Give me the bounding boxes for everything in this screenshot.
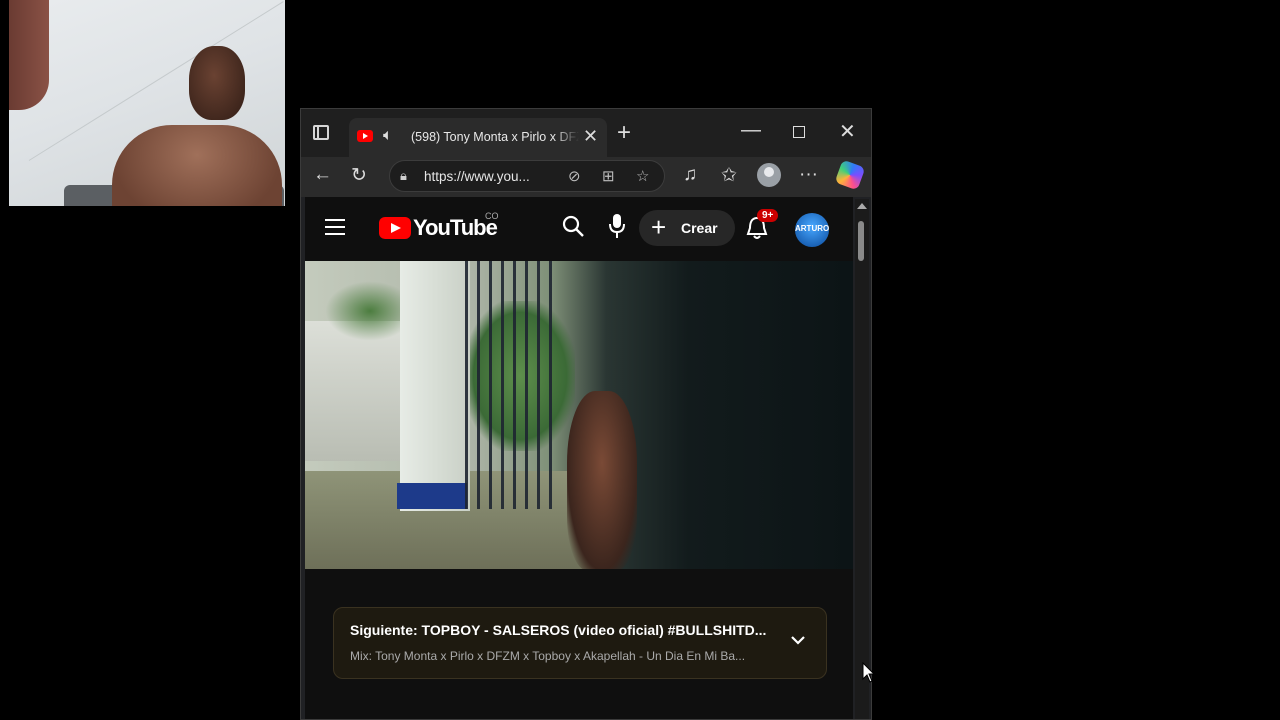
youtube-header: YouTube CO + Crear 9+ ARTURO (305, 197, 853, 261)
up-next-title: Siguiente: TOPBOY - SALSEROS (video ofic… (350, 622, 767, 638)
up-next-card[interactable]: Siguiente: TOPBOY - SALSEROS (video ofic… (333, 607, 827, 679)
create-label: Crear (681, 220, 718, 236)
scrollbar-thumb[interactable] (858, 221, 864, 261)
webcam-background (9, 0, 49, 110)
notification-badge: 9+ (757, 209, 779, 222)
chevron-down-icon[interactable] (790, 632, 806, 648)
up-next-subtitle: Mix: Tony Monta x Pirlo x DFZM x Topboy … (350, 649, 746, 663)
lock-icon[interactable]: 🔒︎ (400, 168, 407, 184)
browser-tab-active[interactable]: 🔈︎ (598) Tony Monta x Pirlo x DFZM x Top… (349, 118, 607, 157)
speaker-icon[interactable]: 🔈︎ (383, 127, 393, 145)
profile-avatar[interactable] (757, 163, 781, 187)
cursor-icon (862, 662, 876, 683)
new-tab-icon[interactable]: + (617, 119, 631, 147)
plus-icon: + (651, 212, 667, 242)
browser-window: 🔈︎ (598) Tony Monta x Pirlo x DFZM x Top… (300, 108, 872, 720)
maximize-icon[interactable] (793, 126, 805, 138)
scroll-up-icon[interactable] (857, 203, 867, 209)
address-bar[interactable]: 🔒︎ https://www.you... ⊘ ⊞ ☆ (389, 160, 665, 192)
video-scene-pillar-base (397, 483, 467, 509)
youtube-logo-icon[interactable] (379, 217, 411, 239)
copilot-icon[interactable] (834, 159, 866, 191)
close-tab-icon[interactable]: ✕ (583, 126, 598, 147)
favorites-icon[interactable]: ✩ (721, 164, 737, 187)
video-scene-gate (465, 261, 560, 509)
minimize-icon[interactable]: — (741, 119, 761, 142)
video-scene-pillar (400, 261, 470, 511)
webcam-overlay (9, 0, 285, 206)
search-icon[interactable] (562, 215, 584, 237)
create-button[interactable]: + Crear (639, 210, 735, 246)
channel-avatar-text: ARTURO (795, 224, 830, 233)
video-player[interactable] (305, 261, 853, 569)
channel-avatar[interactable]: ARTURO (795, 213, 829, 247)
star-icon[interactable]: ☆ (636, 167, 649, 185)
back-icon[interactable]: ← (313, 164, 332, 186)
extensions-in-bar-icon[interactable]: ⊞ (602, 167, 615, 185)
tracking-icon[interactable]: ⊘ (568, 167, 581, 185)
country-code: CO (485, 211, 499, 221)
tab-title: (598) Tony Monta x Pirlo x DFZM x Topboy (411, 130, 579, 144)
webcam-person (112, 125, 282, 206)
menu-icon[interactable] (325, 219, 345, 235)
page-scrollbar[interactable] (855, 199, 869, 719)
url-text: https://www.you... (424, 169, 530, 184)
video-scene-house (305, 321, 400, 461)
read-aloud-icon[interactable]: ♫ (683, 164, 697, 186)
browser-toolbar: ← ↻ 🔒︎ https://www.you... ⊘ ⊞ ☆ ♫ ✩ ··· (301, 157, 871, 197)
tabs-icon[interactable] (313, 125, 329, 140)
video-scene-hand (567, 391, 637, 569)
close-window-icon[interactable]: ✕ (839, 119, 856, 144)
mic-icon[interactable] (607, 213, 627, 239)
tab-bar: 🔈︎ (598) Tony Monta x Pirlo x DFZM x Top… (301, 109, 871, 157)
more-icon[interactable]: ··· (799, 164, 818, 186)
youtube-page: YouTube CO + Crear 9+ ARTURO Siguiente: … (305, 197, 853, 719)
reload-icon[interactable]: ↻ (351, 164, 367, 187)
youtube-favicon-icon (357, 130, 373, 142)
webcam-person-head (189, 46, 245, 120)
